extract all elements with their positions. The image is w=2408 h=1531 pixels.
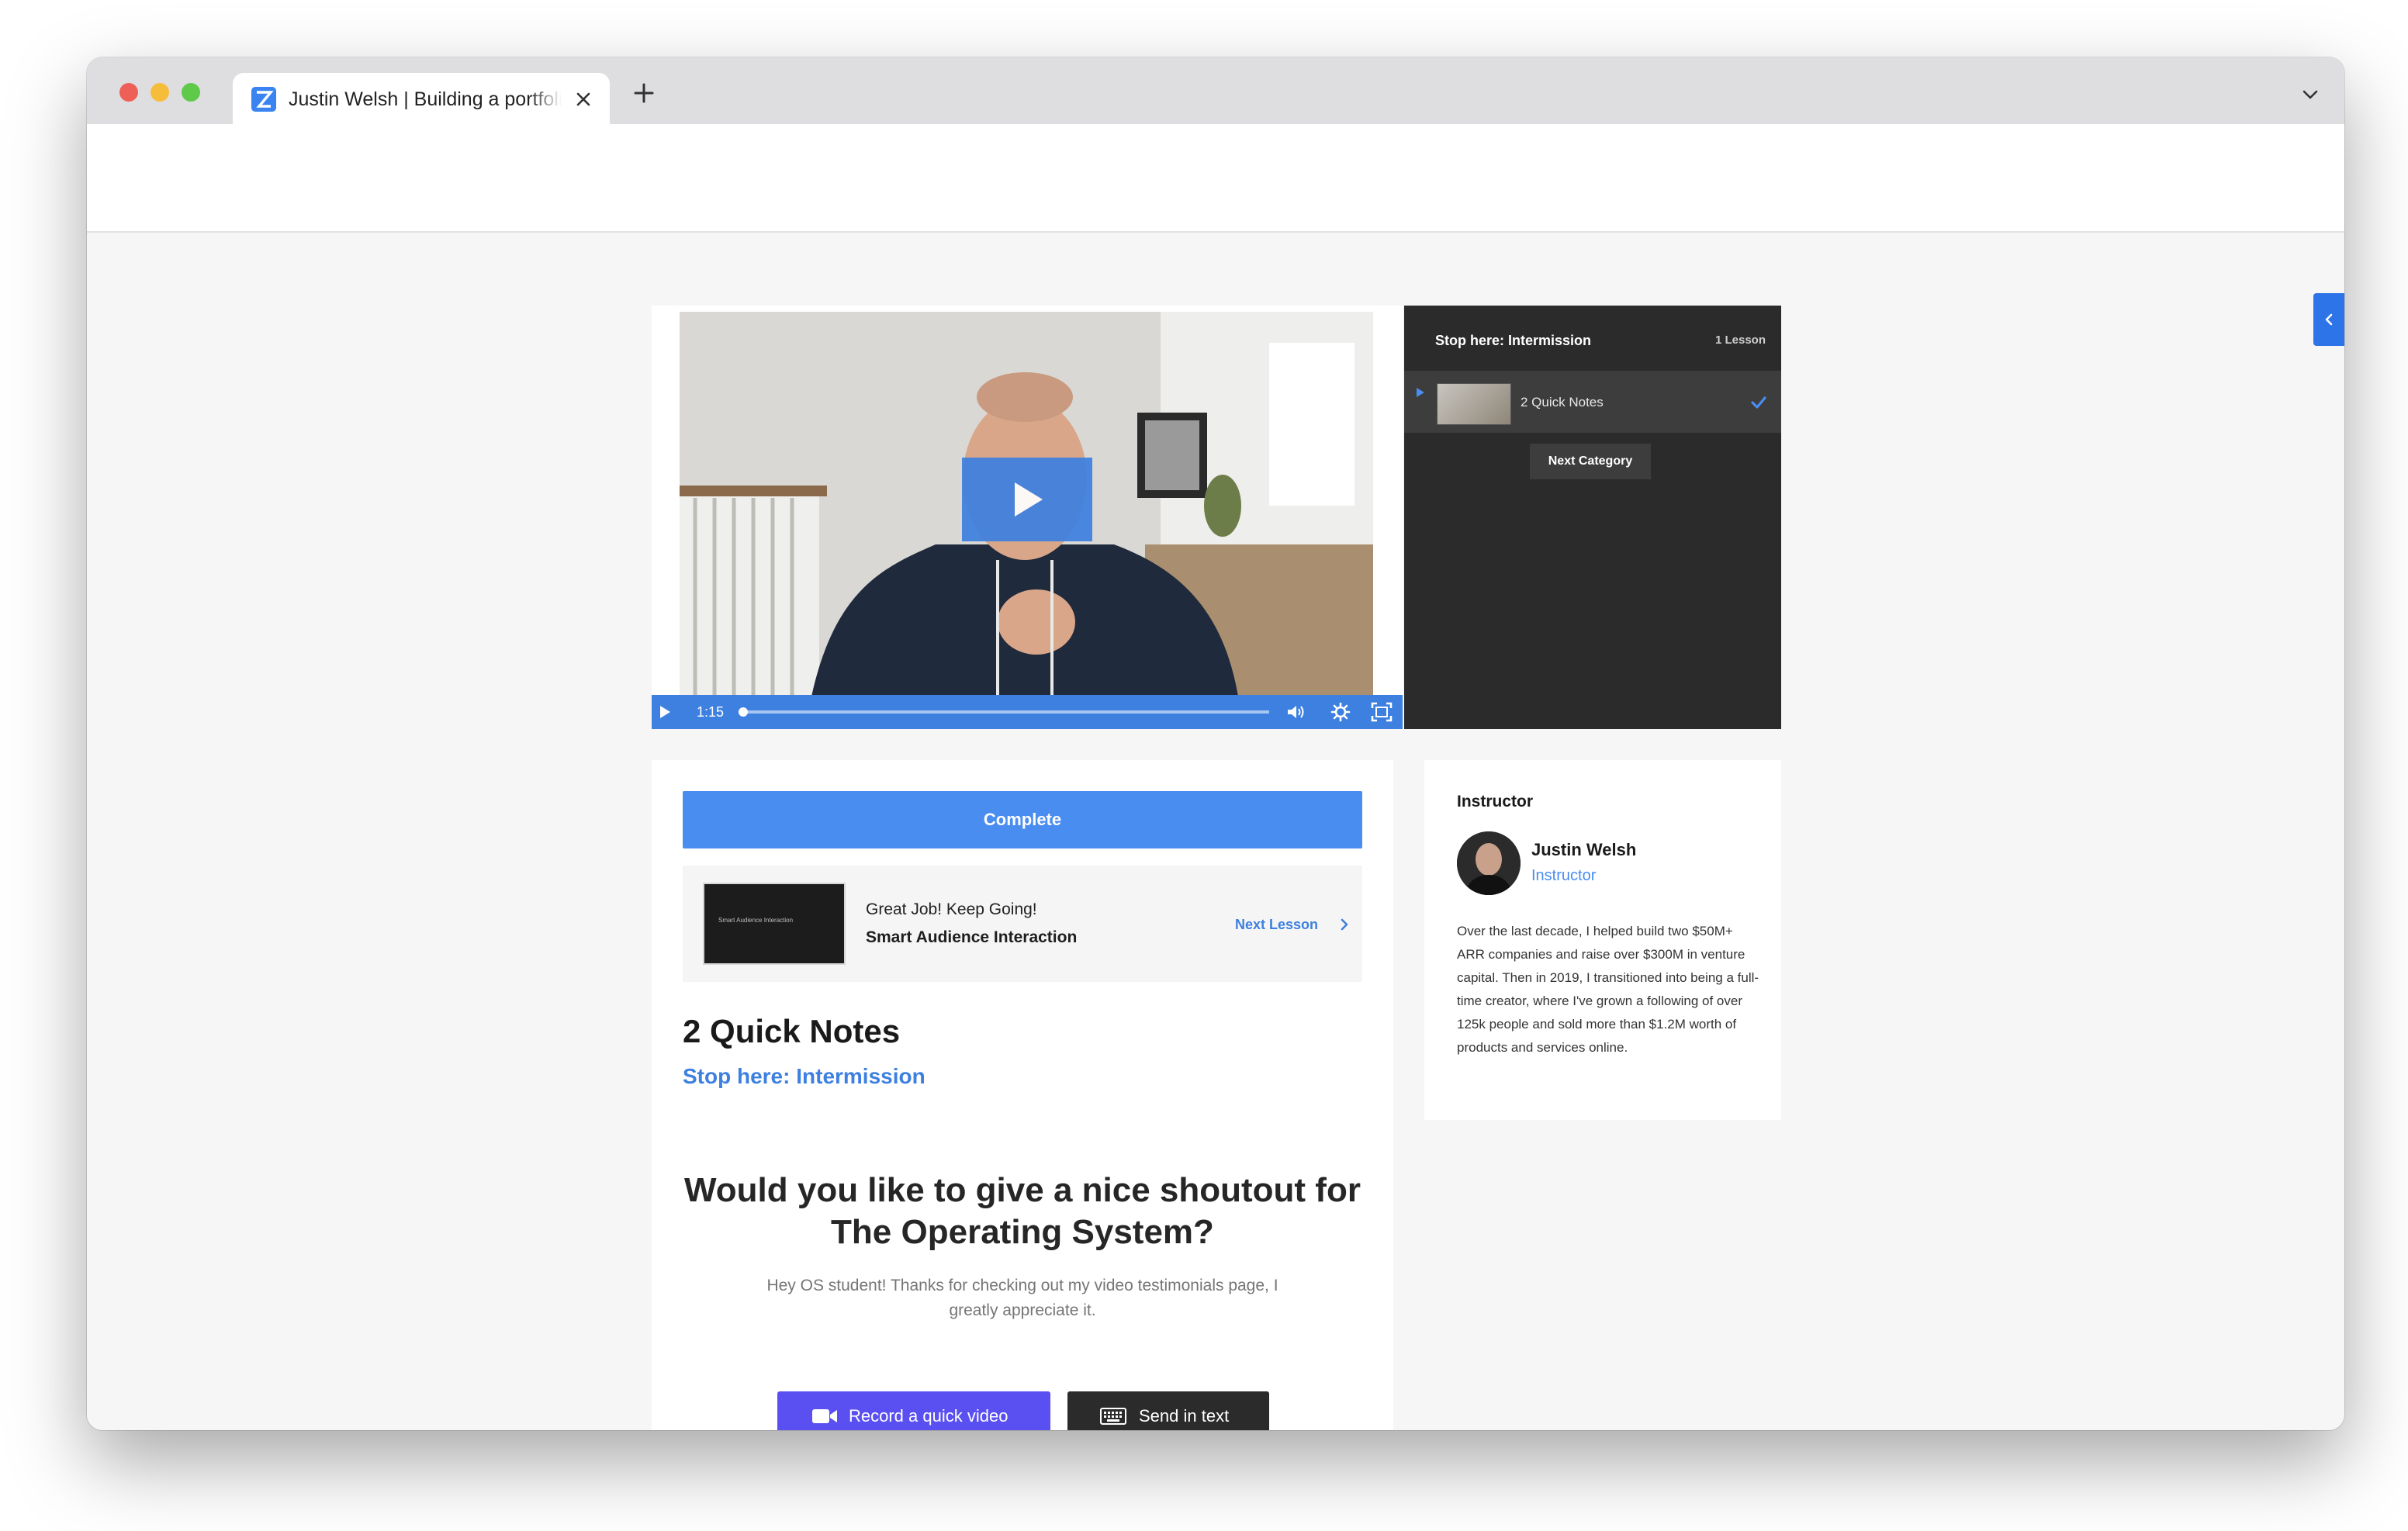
video-time: 1:15: [697, 704, 725, 720]
next-lesson-title: Smart Audience Interaction: [866, 928, 1078, 946]
complete-button[interactable]: Complete: [683, 791, 1362, 848]
testimonial-subtext: Hey OS student! Thanks for checking out …: [766, 1277, 1278, 1319]
minimize-window-button[interactable]: [150, 83, 169, 102]
video-scrubber-handle[interactable]: [739, 707, 748, 717]
playlist-category-title: Stop here: Intermission: [1435, 333, 1592, 348]
site-favicon-icon: [251, 87, 276, 112]
playlist-item-thumbnail: [1437, 383, 1511, 425]
testimonial-heading: Would you like to give a nice shoutout f…: [684, 1171, 1361, 1251]
sidebar-toggle-button[interactable]: [2313, 293, 2344, 346]
video-play-button[interactable]: [962, 458, 1092, 541]
send-text-label: Send in text: [1139, 1406, 1230, 1426]
volume-icon[interactable]: [1285, 701, 1306, 723]
close-window-button[interactable]: [119, 83, 138, 102]
keyboard-icon: [1100, 1408, 1126, 1425]
send-text-button[interactable]: Send in text: [1067, 1391, 1269, 1430]
video-camera-icon: [812, 1409, 837, 1423]
lesson-category-link[interactable]: Stop here: Intermission: [683, 1061, 1226, 1092]
fullscreen-icon[interactable]: [1370, 701, 1393, 723]
chevron-down-icon[interactable]: [2299, 84, 2321, 105]
plus-icon[interactable]: [630, 79, 658, 107]
zoom-window-button[interactable]: [182, 83, 200, 102]
browser-toolbar: [87, 124, 2344, 233]
lesson-card: [652, 760, 1393, 1430]
playlist-item-label: 2 Quick Notes: [1521, 395, 1604, 410]
chevron-left-icon: [2325, 313, 2333, 326]
tab-bar: Justin Welsh | Building a portfolio: [87, 57, 2344, 124]
instructor-name: Justin Welsh: [1531, 840, 1637, 859]
playlist-lesson-count: 1 Lesson: [1714, 334, 1766, 347]
lesson-playlist: [1404, 306, 1781, 729]
video-scrubber[interactable]: [742, 710, 1269, 714]
settings-icon[interactable]: [1330, 701, 1351, 723]
tab-title: Justin Welsh | Building a portfolio: [289, 88, 562, 110]
close-icon[interactable]: [571, 87, 596, 112]
play-icon[interactable]: [653, 701, 675, 723]
record-video-button[interactable]: Record a quick video: [777, 1391, 1050, 1430]
browser-tab-active[interactable]: Justin Welsh | Building a portfolio: [233, 73, 610, 124]
avatar: [1457, 831, 1521, 895]
next-lesson-thumbnail-text: Smart Audience Interaction: [718, 917, 794, 924]
lesson-page: 1:15 Stop here: Intermission 1 Lesson 2 …: [87, 233, 2344, 1430]
instructor-bio: Over the last decade, I helped build two…: [1457, 924, 1759, 1055]
current-lesson-marker-icon: [1415, 386, 1426, 399]
record-video-label: Record a quick video: [849, 1406, 1009, 1426]
next-lesson-kicker: Great Job! Keep Going!: [866, 900, 1037, 918]
check-icon: [1749, 392, 1769, 413]
chevron-right-icon[interactable]: [1337, 917, 1351, 932]
next-lesson-link[interactable]: Next Lesson: [1235, 912, 1336, 937]
instructor-role: Instructor: [1531, 867, 1597, 884]
next-category-button[interactable]: Next Category: [1530, 444, 1651, 479]
lesson-title: 2 Quick Notes: [683, 1013, 901, 1049]
instructor-heading: Instructor: [1457, 793, 1534, 810]
